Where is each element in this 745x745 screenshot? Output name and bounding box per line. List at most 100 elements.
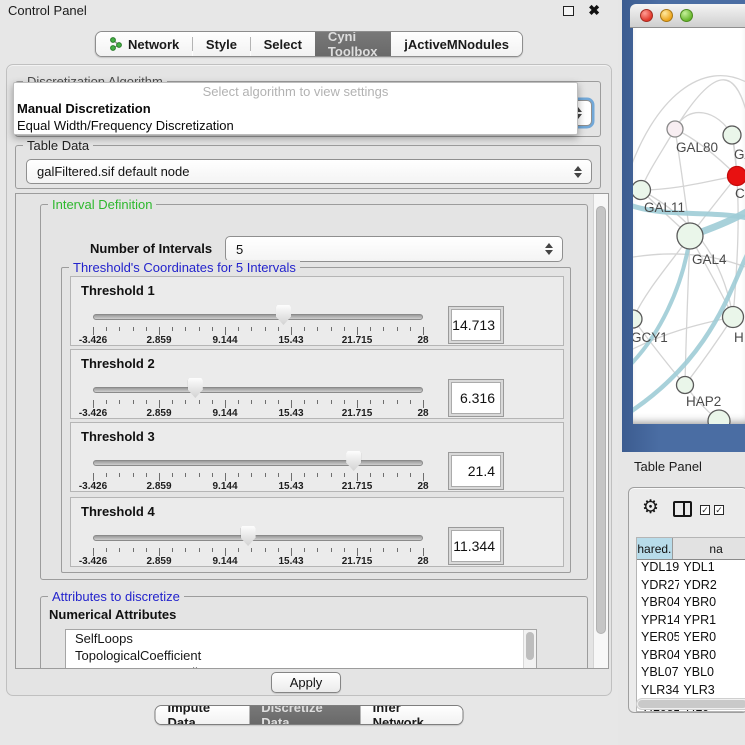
tick-mark <box>317 473 318 477</box>
tick-label: 9.144 <box>195 408 255 419</box>
table-row[interactable]: YBR043CYBR0 <box>637 595 745 613</box>
threshold-value-field[interactable]: 14.713 <box>448 306 504 344</box>
popup-option[interactable]: Manual Discretization <box>14 100 577 117</box>
table-row[interactable]: YER054CYER0 <box>637 630 745 648</box>
table-cell: YBL0 <box>679 665 745 683</box>
tick-label: 2.859 <box>129 556 189 567</box>
control-panel-tab-bar: NetworkStyleSelect Cyni Toolbox jActiveMNo… <box>95 31 523 57</box>
table-row[interactable]: YDL19...YDL1 <box>637 560 745 578</box>
table-column-header[interactable]: shared... <box>637 538 673 559</box>
attribute-list-item[interactable]: TopologicalCoefficient <box>66 647 536 664</box>
checkbox-icon[interactable]: ✓ <box>700 505 710 515</box>
tick-mark <box>133 400 134 404</box>
table-panel-window: ⚙ ✓ ✓ shared...na YDL19...YDL1YDR27...YD… <box>628 487 745 713</box>
bottom-tab-infer-network[interactable]: Infer Network <box>361 706 463 724</box>
float-window-icon[interactable] <box>563 6 574 16</box>
table-row[interactable]: YBL079WYBL0 <box>637 665 745 683</box>
attribute-list-item[interactable]: BetweennessCentrality <box>66 664 536 669</box>
tick-mark <box>251 400 252 404</box>
vertical-scrollbar[interactable] <box>593 194 608 668</box>
tick-mark <box>133 473 134 477</box>
number-of-intervals-spinner[interactable]: 5 <box>225 236 563 262</box>
network-node[interactable] <box>708 410 730 424</box>
slider-track[interactable] <box>93 535 423 541</box>
tick-mark <box>238 327 239 331</box>
popup-option[interactable]: Equal Width/Frequency Discretization <box>14 117 577 134</box>
network-node-gcy1[interactable] <box>633 310 642 328</box>
mac-zoom-icon[interactable] <box>680 9 693 22</box>
network-edge[interactable] <box>641 129 675 190</box>
threshold-slider[interactable]: -3.4262.8599.14415.4321.71528 <box>71 423 441 493</box>
table-cell: YBR045C <box>637 648 679 666</box>
threshold-value-field[interactable]: 11.344 <box>448 527 504 565</box>
threshold-panel: Threshold 4-3.4262.8599.14415.4321.71528… <box>70 497 564 567</box>
tick-label: 21.715 <box>327 481 387 492</box>
tick-mark <box>370 548 371 552</box>
network-node-gal4[interactable] <box>677 223 703 249</box>
tick-mark <box>278 548 279 552</box>
bottom-tab-impute-data[interactable]: Impute Data <box>156 706 250 724</box>
tick-mark <box>172 400 173 404</box>
apply-button[interactable]: Apply <box>271 672 341 693</box>
gear-icon[interactable]: ⚙ <box>642 496 659 519</box>
tick-mark <box>383 473 384 477</box>
number-of-intervals-value: 5 <box>236 242 243 257</box>
threshold-slider[interactable]: -3.4262.8599.14415.4321.71528 <box>71 498 441 568</box>
numerical-attributes-list[interactable]: SelfLoopsTopologicalCoefficientBetweenne… <box>65 629 537 669</box>
checkbox-icon[interactable]: ✓ <box>714 505 724 515</box>
tick-mark <box>225 473 226 481</box>
tick-mark <box>331 400 332 404</box>
close-icon[interactable]: ✖ <box>588 2 600 19</box>
slider-thumb[interactable] <box>241 526 256 546</box>
tab-style[interactable]: Style <box>193 32 250 56</box>
slider-thumb[interactable] <box>346 451 361 471</box>
threshold-value-field[interactable]: 6.316 <box>448 379 504 417</box>
table-row[interactable]: YPR145WYPR1 <box>637 613 745 631</box>
network-node[interactable] <box>723 126 741 144</box>
network-node[interactable] <box>633 181 651 200</box>
network-edge[interactable] <box>641 176 737 190</box>
tab-network[interactable]: Network <box>96 32 192 56</box>
threshold-slider[interactable]: -3.4262.8599.14415.4321.71528 <box>71 277 441 347</box>
table-row[interactable]: YBR045CYBR0 <box>637 648 745 666</box>
tick-mark <box>159 400 160 408</box>
table-data-combobox[interactable]: galFiltered.sif default node <box>26 159 592 184</box>
tick-label: 28 <box>393 408 453 419</box>
tick-mark <box>383 548 384 552</box>
horizontal-scrollbar[interactable] <box>636 698 745 710</box>
attribute-list-item[interactable]: SelfLoops <box>66 630 536 647</box>
tick-mark <box>119 473 120 477</box>
tick-label: 9.144 <box>195 481 255 492</box>
tick-mark <box>185 327 186 331</box>
network-node[interactable] <box>723 307 744 328</box>
bottom-tab-discretize-data[interactable]: Discretize Data <box>249 706 360 724</box>
slider-thumb[interactable] <box>276 305 291 325</box>
tick-label: 28 <box>393 481 453 492</box>
tab-jactivemnodules[interactable]: jActiveMNodules <box>391 32 522 56</box>
slider-track[interactable] <box>93 387 423 393</box>
table-panel-title: Table Panel <box>634 459 702 474</box>
network-node[interactable] <box>667 121 683 137</box>
table-column-header[interactable]: na <box>673 538 745 559</box>
slider-track[interactable] <box>93 460 423 466</box>
threshold-panel: Threshold 1-3.4262.8599.14415.4321.71528… <box>70 276 564 346</box>
network-canvas[interactable]: GAL80GAL11GAL4GCY1HAP2GACH <box>633 28 745 424</box>
table-row[interactable]: YDR27...YDR2 <box>637 578 745 596</box>
tab-cyni-toolbox[interactable]: Cyni Toolbox <box>315 32 391 56</box>
tick-mark <box>251 327 252 331</box>
table-data-group: Table Data galFiltered.sif default node <box>15 145 601 189</box>
columns-icon[interactable] <box>673 501 692 517</box>
list-scrollbar[interactable] <box>523 630 536 669</box>
threshold-slider[interactable]: -3.4262.8599.14415.4321.71528 <box>71 350 441 420</box>
network-node-hap2[interactable] <box>677 377 694 394</box>
network-node[interactable] <box>728 167 745 186</box>
tab-select[interactable]: Select <box>251 32 315 56</box>
tab-label: Cyni Toolbox <box>328 31 378 57</box>
mac-close-icon[interactable] <box>640 9 653 22</box>
tick-label: 28 <box>393 556 453 567</box>
slider-thumb[interactable] <box>188 378 203 398</box>
tick-mark <box>410 327 411 331</box>
mac-minimize-icon[interactable] <box>660 9 673 22</box>
slider-track[interactable] <box>93 314 423 320</box>
threshold-value-field[interactable]: 21.4 <box>448 452 504 490</box>
